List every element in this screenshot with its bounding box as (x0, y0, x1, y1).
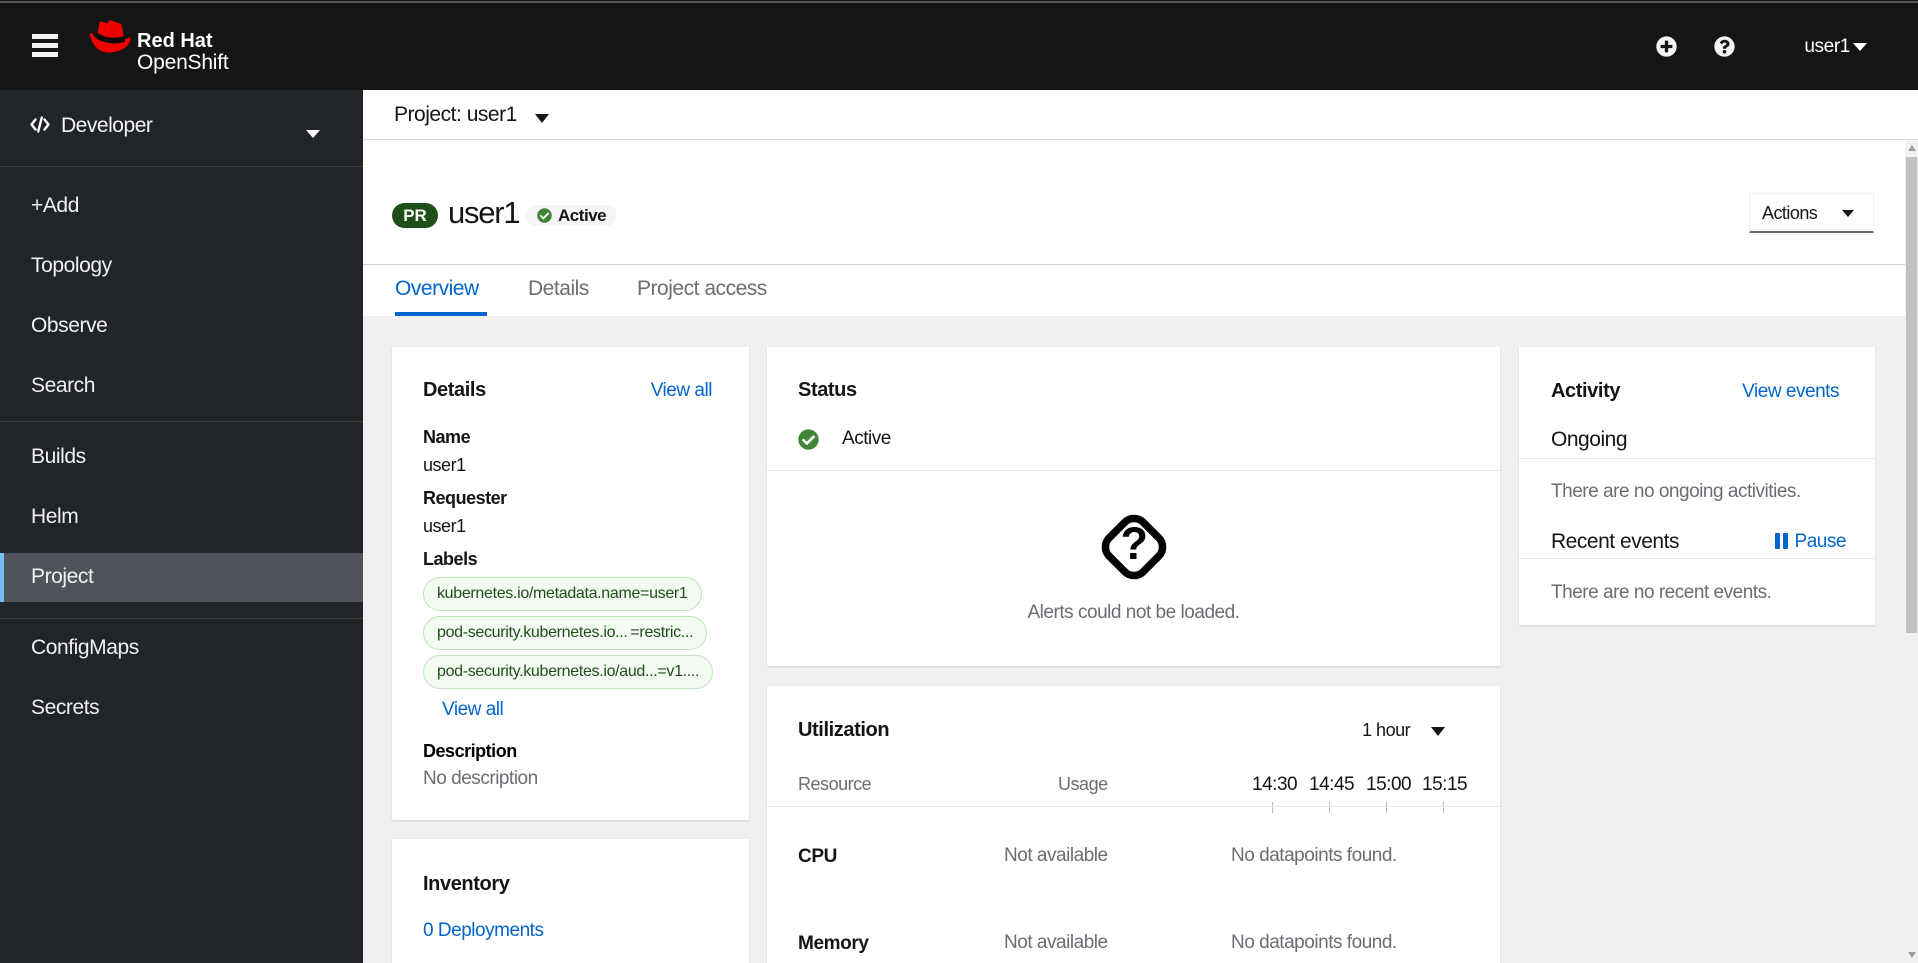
svg-text:?: ? (1120, 518, 1147, 569)
